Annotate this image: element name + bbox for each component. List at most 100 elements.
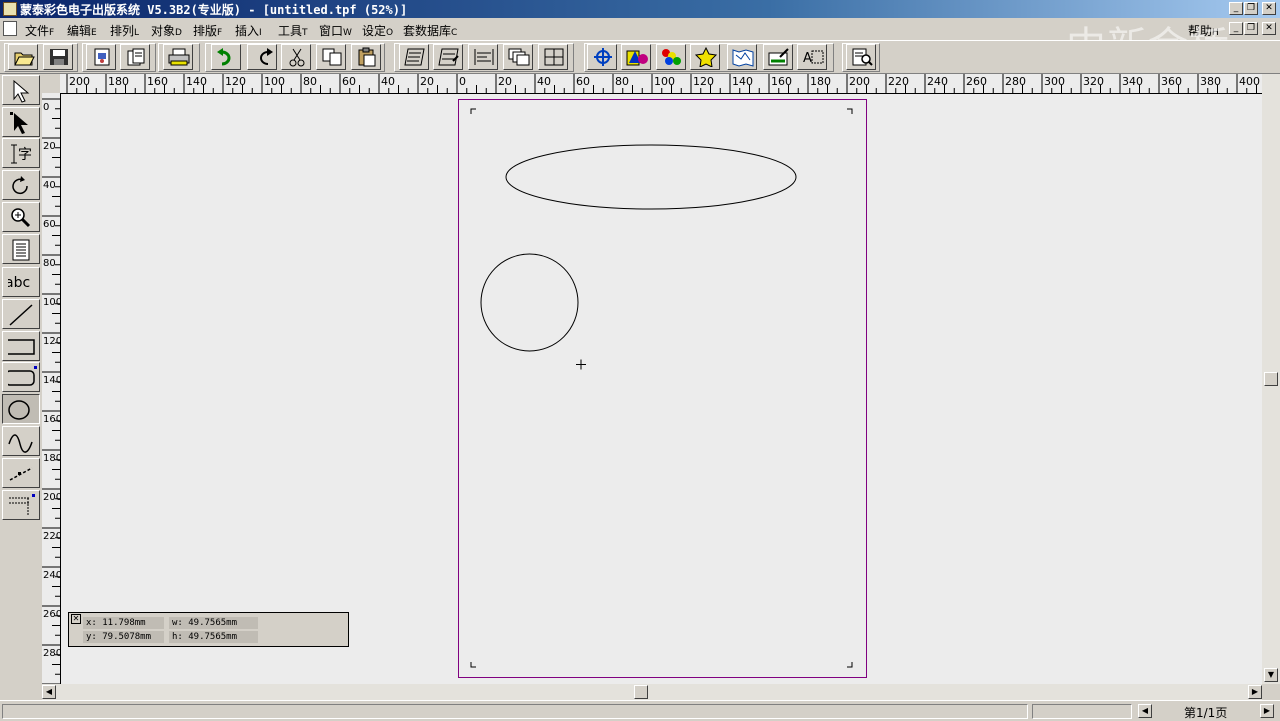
- open-button[interactable]: [8, 44, 38, 70]
- page-tool[interactable]: [2, 234, 40, 264]
- canvas-drawing[interactable]: [61, 94, 1262, 684]
- coord-x[interactable]: x: 11.798mm: [83, 617, 164, 629]
- print-button[interactable]: [163, 44, 193, 70]
- vertical-ruler[interactable]: 0204060801001201401601802002202402602803…: [42, 93, 61, 684]
- scroll-right-button[interactable]: ▶: [1248, 685, 1262, 699]
- star-button[interactable]: [690, 44, 720, 70]
- color-palette-button[interactable]: [656, 44, 686, 70]
- prev-page-button[interactable]: ◀: [1138, 704, 1152, 718]
- scroll-down-button[interactable]: ▼: [1264, 668, 1278, 682]
- paste-button[interactable]: [351, 44, 381, 70]
- select-tool[interactable]: [2, 75, 40, 105]
- rectangle-tool[interactable]: [2, 331, 40, 361]
- scroll-left-button[interactable]: ◀: [42, 685, 56, 699]
- vertical-scrollbar[interactable]: ▼: [1262, 74, 1280, 684]
- menu-window[interactable]: 窗口W: [319, 22, 352, 39]
- ruler-label: 0: [43, 102, 49, 113]
- menu-settings[interactable]: 设定O: [362, 22, 393, 39]
- doc-close-button[interactable]: ✕: [1262, 22, 1276, 35]
- ruler-label: 80: [303, 75, 317, 88]
- save-button[interactable]: [43, 44, 73, 70]
- vertical-scroll-thumb[interactable]: [1264, 372, 1278, 386]
- cut-button[interactable]: [281, 44, 311, 70]
- group-button[interactable]: [538, 44, 568, 70]
- image-edit-button[interactable]: [763, 44, 793, 70]
- copy-button[interactable]: [316, 44, 346, 70]
- coord-w[interactable]: w: 49.7565mm: [169, 617, 258, 629]
- bezier-tool-icon: [9, 467, 33, 481]
- doc-restore-button[interactable]: ❐: [1244, 22, 1258, 35]
- abc-label: abc: [8, 275, 30, 291]
- close-button[interactable]: ✕: [1262, 2, 1276, 15]
- undo-button[interactable]: [211, 44, 241, 70]
- ruler-label: 60: [342, 75, 356, 88]
- page-setup-button[interactable]: [120, 44, 150, 70]
- menu-insert[interactable]: 插入I: [235, 22, 262, 39]
- ruler-label: 60: [576, 75, 590, 88]
- ellipse-tool[interactable]: [2, 394, 40, 424]
- arrange-button[interactable]: [503, 44, 533, 70]
- text-tool-icon: 字: [11, 144, 32, 164]
- redo-button[interactable]: [247, 44, 277, 70]
- line-tool[interactable]: [2, 299, 40, 329]
- align-button[interactable]: [468, 44, 498, 70]
- text-flow-edit-button[interactable]: [433, 44, 463, 70]
- map-icon: [732, 49, 754, 67]
- preview-button[interactable]: [846, 44, 876, 70]
- character-button[interactable]: A: [797, 44, 827, 70]
- menu-tools[interactable]: 工具T: [278, 22, 308, 39]
- curve-tool[interactable]: [2, 426, 40, 456]
- menu-arrange[interactable]: 排列L: [110, 22, 139, 39]
- table-tool[interactable]: [2, 490, 40, 520]
- print-icon: [168, 48, 190, 66]
- app-icon[interactable]: [3, 2, 17, 16]
- map-button[interactable]: [727, 44, 757, 70]
- shapes-color-button[interactable]: [621, 44, 651, 70]
- next-page-button[interactable]: ▶: [1260, 704, 1274, 718]
- coord-h[interactable]: h: 49.7565mm: [169, 631, 258, 643]
- menu-layout[interactable]: 排版F: [193, 22, 222, 39]
- ruler-label: 260: [43, 609, 60, 620]
- abc-text-tool[interactable]: abc: [2, 267, 40, 297]
- rounded-rect-tool[interactable]: [2, 362, 40, 392]
- page-setup-icon: [127, 48, 145, 66]
- zoom-tool[interactable]: [2, 202, 40, 232]
- document-props-button[interactable]: [86, 44, 116, 70]
- menu-edit[interactable]: 编辑E: [67, 22, 97, 39]
- coord-y[interactable]: y: 79.5078mm: [83, 631, 164, 643]
- rounded-rect-tool-icon: [8, 366, 37, 386]
- minimize-button[interactable]: _: [1229, 2, 1243, 15]
- ruler-label: 0: [459, 75, 466, 88]
- canvas-area[interactable]: [61, 94, 1262, 684]
- ruler-label: 180: [108, 75, 129, 88]
- node-select-tool[interactable]: [2, 107, 40, 137]
- menu-database[interactable]: 套数据库C: [403, 22, 457, 39]
- horizontal-scrollbar[interactable]: ◀ ▶: [42, 684, 1262, 700]
- ruler-label: 40: [381, 75, 395, 88]
- document-icon[interactable]: [3, 21, 17, 36]
- arrange-icon: [508, 48, 530, 66]
- text-tool[interactable]: 字: [2, 138, 40, 168]
- ruler-label: 20: [498, 75, 512, 88]
- close-icon[interactable]: ✕: [71, 614, 81, 624]
- select-arrow-icon: [13, 79, 30, 103]
- rotate-icon: [12, 176, 28, 195]
- position-button[interactable]: [587, 44, 617, 70]
- text-flow-button[interactable]: [399, 44, 429, 70]
- horizontal-ruler[interactable]: 200 180 160 140 120 100 80 60 40 20 0 20 40 60 80 100 12…: [60, 74, 1262, 94]
- save-icon: [50, 49, 68, 65]
- bezier-tool[interactable]: [2, 458, 40, 488]
- rotate-tool[interactable]: [2, 170, 40, 200]
- undo-icon: [217, 48, 231, 66]
- maximize-button[interactable]: ❐: [1244, 2, 1258, 15]
- menu-file[interactable]: 文件F: [25, 22, 54, 39]
- ruler-label: 160: [43, 414, 60, 425]
- horizontal-scroll-thumb[interactable]: [634, 685, 648, 699]
- doc-minimize-button[interactable]: _: [1229, 22, 1243, 35]
- cut-icon: [289, 48, 305, 67]
- open-icon: [14, 52, 35, 66]
- ruler-label: 20: [420, 75, 434, 88]
- ruler-label: 100: [264, 75, 285, 88]
- star-icon: [695, 47, 717, 67]
- menu-object[interactable]: 对象D: [151, 22, 182, 39]
